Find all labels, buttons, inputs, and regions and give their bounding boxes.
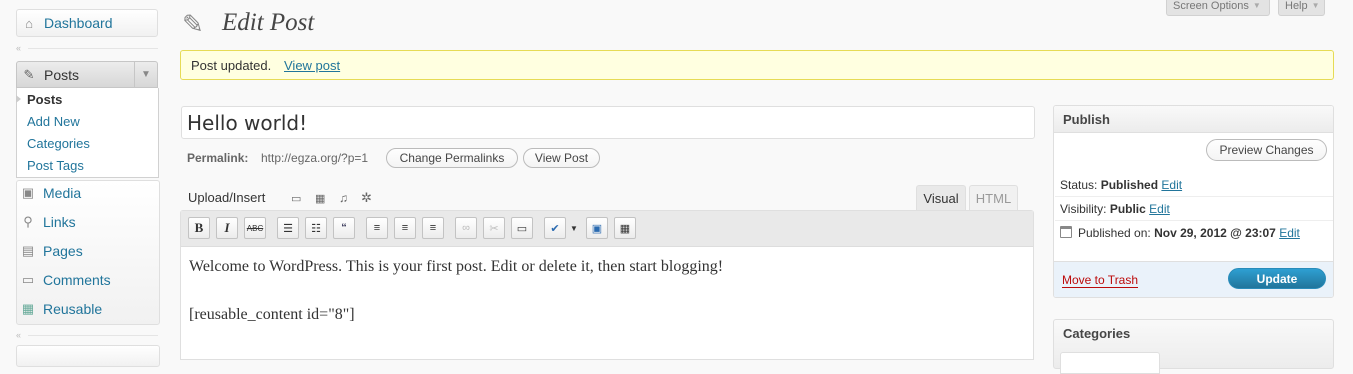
tab-html[interactable]: HTML [969, 185, 1018, 211]
align-center-button[interactable]: ≡ [394, 217, 416, 239]
edit-date-link[interactable]: Edit [1279, 226, 1300, 240]
edit-status-link[interactable]: Edit [1161, 178, 1182, 192]
divider [1055, 220, 1333, 221]
update-button[interactable]: Update [1228, 268, 1326, 289]
sidebar-item-media[interactable]: ▣ Media [16, 180, 158, 206]
link-button[interactable]: ∞ [455, 217, 477, 239]
sidebar-item-label: Pages [43, 243, 83, 259]
post-title-input[interactable] [181, 106, 1035, 139]
chevron-down-icon: ▼ [1311, 1, 1320, 10]
collapse-arrow-icon[interactable]: « [16, 331, 24, 340]
numbered-list-button[interactable]: ☷ [305, 217, 327, 239]
pushpin-icon: ✎ [182, 9, 204, 39]
chevron-down-icon[interactable]: ▼ [567, 218, 581, 238]
upload-insert-label: Upload/Insert [188, 190, 266, 205]
unlink-button[interactable]: ✂ [483, 217, 505, 239]
categories-heading: Categories [1063, 326, 1131, 341]
sidebar-item-comments[interactable]: ▭ Comments [16, 267, 158, 293]
align-right-button[interactable]: ≡ [422, 217, 444, 239]
categories-tabs[interactable] [1060, 352, 1160, 374]
chevron-down-icon: ▼ [1252, 1, 1261, 10]
published-date-value: Nov 29, 2012 @ 23:07 [1154, 226, 1276, 240]
permalink-label: Permalink: [187, 151, 249, 165]
permalink-url: http://egza.org/?p=1 [261, 151, 369, 165]
move-to-trash-link[interactable]: Move to Trash [1062, 273, 1139, 288]
calendar-icon [1060, 226, 1072, 238]
add-audio-icon[interactable]: ♫ [339, 191, 348, 205]
align-left-button[interactable]: ≡ [366, 217, 388, 239]
visibility-value: Public [1109, 202, 1146, 216]
editor-content-line-2[interactable]: [reusable_content id="8"] [189, 306, 355, 324]
sidebar-item-posts[interactable]: ✎ Posts ▼ [16, 61, 158, 88]
update-notice: Post updated. View post [180, 50, 1334, 80]
view-post-link[interactable]: View post [284, 58, 340, 73]
comments-icon: ▭ [21, 272, 35, 287]
reusable-icon: ▦ [21, 301, 35, 316]
submenu-item-add-new[interactable]: Add New [27, 114, 80, 129]
pages-icon: ▤ [21, 243, 35, 258]
submenu-item-categories[interactable]: Categories [27, 136, 90, 151]
sidebar-item-label: Dashboard [44, 15, 113, 31]
links-icon: ⚲ [23, 214, 33, 229]
spellcheck-button[interactable]: ✔ [544, 217, 566, 239]
divider [1055, 196, 1333, 197]
tab-visual[interactable]: Visual [916, 185, 966, 211]
editor-content-line-1[interactable]: Welcome to WordPress. This is your first… [189, 258, 723, 276]
media-icon: ▣ [21, 185, 35, 200]
sidebar-item-next[interactable] [16, 345, 160, 367]
current-indicator-icon [16, 95, 21, 103]
sidebar-item-label: Reusable [43, 301, 103, 317]
publish-heading: Publish [1063, 112, 1110, 127]
sidebar-item-reusable[interactable]: ▦ Reusable [16, 296, 158, 322]
sidebar-item-label: Comments [43, 272, 111, 288]
sidebar-item-label: Media [43, 185, 82, 201]
post-published-date: Published on: Nov 29, 2012 @ 23:07 Edit [1078, 226, 1300, 240]
pushpin-icon: ✎ [23, 66, 35, 82]
menu-separator [28, 48, 158, 49]
post-status: Status: Published Edit [1060, 178, 1183, 192]
edit-visibility-link[interactable]: Edit [1149, 202, 1170, 216]
sidebar-item-links[interactable]: ⚲ Links [16, 209, 158, 235]
fullscreen-button[interactable]: ▣ [586, 217, 608, 239]
preview-changes-button[interactable]: Preview Changes [1206, 139, 1327, 161]
post-visibility: Visibility: Public Edit [1060, 202, 1170, 216]
chevron-down-icon[interactable]: ▼ [134, 62, 157, 87]
sidebar-item-pages[interactable]: ▤ Pages [16, 238, 158, 264]
dashboard-icon: ⌂ [25, 15, 33, 31]
sidebar-item-label: Links [43, 214, 76, 230]
bold-button[interactable]: B [188, 217, 210, 239]
change-permalinks-button[interactable]: Change Permalinks [386, 148, 518, 168]
screen-options-button[interactable]: Screen Options ▼ [1166, 0, 1270, 16]
more-tag-button[interactable]: ▭ [511, 217, 533, 239]
strikethrough-button[interactable]: ABC [244, 217, 266, 239]
kitchen-sink-button[interactable]: ▦ [614, 217, 636, 239]
sidebar-item-label: Posts [44, 66, 80, 83]
posts-submenu: Posts Add New Categories Post Tags [16, 88, 159, 178]
blockquote-button[interactable]: “ [333, 217, 355, 239]
sidebar-item-dashboard[interactable]: ⌂ Dashboard [16, 9, 158, 37]
status-value: Published [1100, 178, 1159, 192]
add-video-icon[interactable]: ▦ [315, 192, 325, 205]
view-post-button[interactable]: View Post [523, 148, 600, 168]
bullet-list-button[interactable]: ☰ [277, 217, 299, 239]
help-button[interactable]: Help ▼ [1278, 0, 1325, 16]
notice-text: Post updated. [191, 58, 272, 73]
menu-separator [28, 335, 158, 336]
submenu-item-posts[interactable]: Posts [27, 92, 62, 107]
add-media-icon[interactable]: ✲ [361, 190, 372, 206]
page-title: Edit Post [222, 9, 315, 36]
italic-button[interactable]: I [216, 217, 238, 239]
collapse-arrow-icon[interactable]: « [16, 44, 24, 53]
add-image-icon[interactable]: ▭ [291, 192, 301, 205]
submenu-item-post-tags[interactable]: Post Tags [27, 158, 84, 173]
